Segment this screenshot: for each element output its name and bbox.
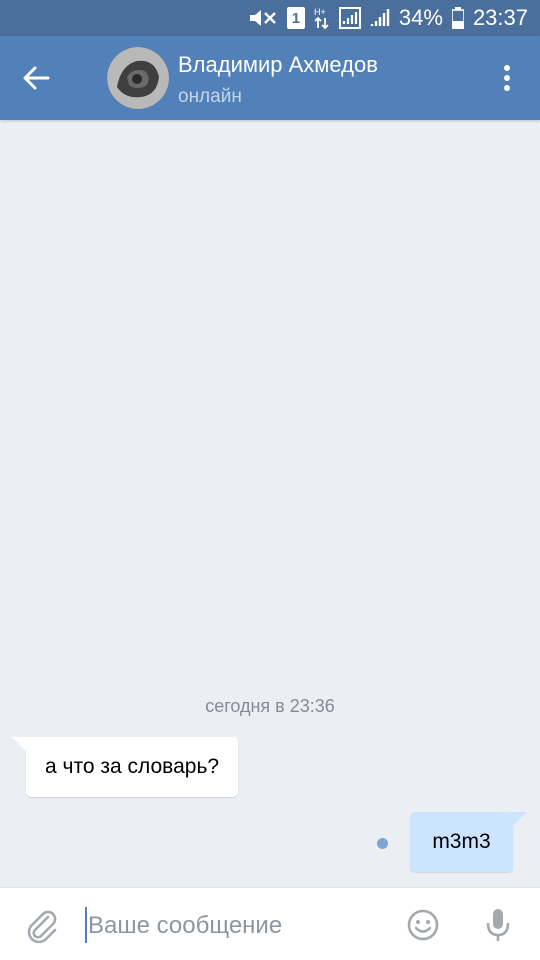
back-arrow-icon <box>23 66 50 90</box>
signal-box-icon <box>338 6 361 30</box>
message-bubble-outgoing[interactable]: m3m3 <box>410 812 527 872</box>
contact-status: онлайн <box>178 86 242 107</box>
emoji-button[interactable] <box>404 906 442 944</box>
sim-icon: 1 <box>286 7 305 29</box>
contact-name[interactable]: Владимир Ахмедов <box>178 52 378 78</box>
paperclip-icon <box>27 910 57 943</box>
status-bar: 1 H+ 34% 23:37 <box>0 0 540 36</box>
microphone-icon <box>486 909 510 941</box>
chat-screen: 1 H+ 34% 23:37 Владимир Ахмедов онлайн с… <box>0 0 540 960</box>
signal-icon <box>370 6 390 30</box>
network-type-label: H+ <box>314 7 326 17</box>
bubble-tail <box>12 737 28 753</box>
more-options-button[interactable] <box>490 56 524 100</box>
battery-percent: 34% <box>398 5 443 30</box>
mute-icon <box>248 6 278 30</box>
emoji-icon <box>407 909 439 941</box>
battery-icon <box>451 6 464 30</box>
back-button[interactable] <box>14 56 58 100</box>
avatar[interactable] <box>107 47 169 109</box>
message-composer <box>0 887 540 960</box>
bubble-tail <box>511 812 527 828</box>
attach-button[interactable] <box>22 906 62 946</box>
message-bubble-incoming[interactable]: а что за словарь? <box>12 737 239 797</box>
unread-indicator <box>377 838 388 849</box>
date-separator: сегодня в 23:36 <box>205 696 335 716</box>
data-arrows-icon: H+ <box>314 6 330 30</box>
voice-message-button[interactable] <box>480 904 516 946</box>
message-text: m3m3 <box>432 830 491 853</box>
message-input[interactable] <box>86 908 386 944</box>
chat-header: Владимир Ахмедов онлайн <box>0 36 540 120</box>
clock: 23:37 <box>472 5 528 30</box>
more-vert-icon <box>504 65 510 91</box>
message-text: а что за словарь? <box>45 755 220 778</box>
